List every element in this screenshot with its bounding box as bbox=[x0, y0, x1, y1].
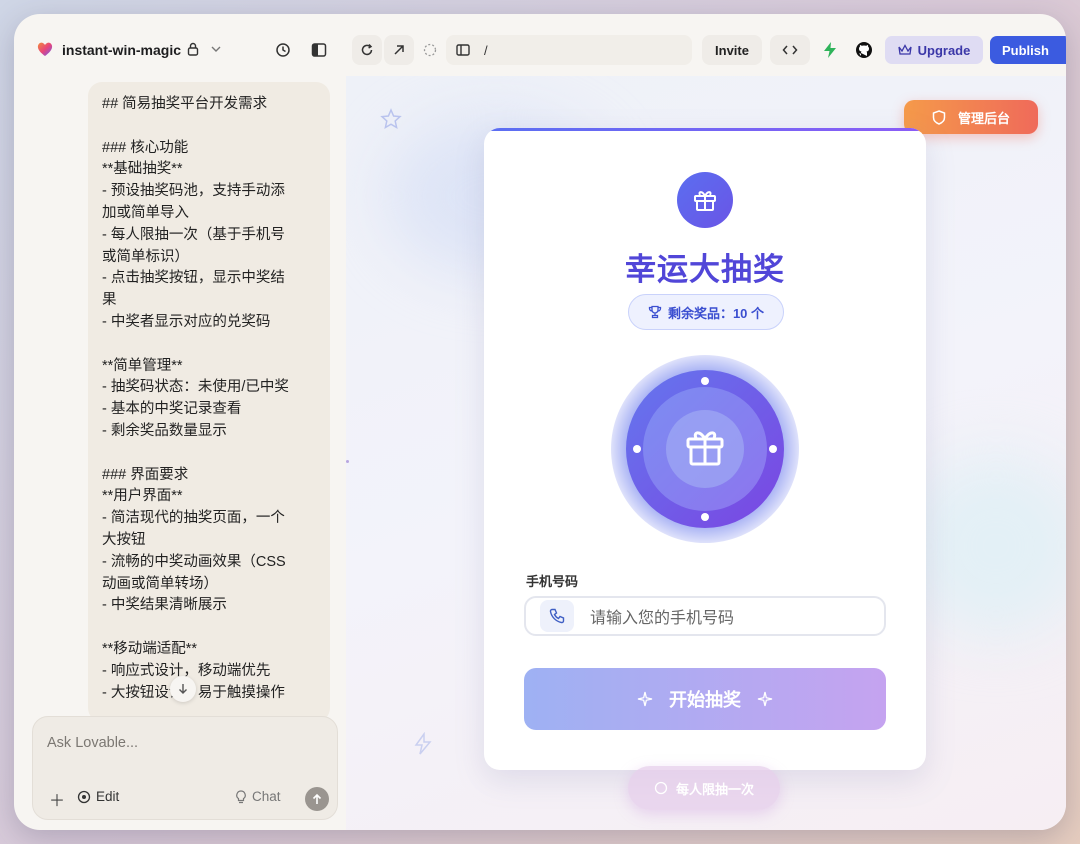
scroll-down-button[interactable] bbox=[170, 676, 196, 702]
card-accent-line bbox=[484, 128, 926, 131]
shield-icon bbox=[932, 109, 946, 125]
edit-label: Edit bbox=[96, 789, 120, 804]
chat-text-line: 加或简单导入 bbox=[102, 204, 189, 221]
chat-text-line: ### 界面要求 bbox=[102, 466, 189, 483]
loading-icon bbox=[422, 42, 438, 58]
sidebar-toggle-icon[interactable] bbox=[310, 41, 328, 59]
chat-text-line: - 流畅的中奖动画效果（CSS bbox=[102, 553, 286, 570]
chat-text-line: **基础抽奖** bbox=[102, 161, 183, 178]
limit-notice-label: 每人限抽一次 bbox=[675, 781, 754, 797]
smile-icon bbox=[654, 781, 668, 795]
edit-button[interactable]: Edit bbox=[77, 789, 119, 804]
chat-text-line bbox=[102, 116, 316, 138]
github-icon[interactable] bbox=[854, 40, 874, 60]
top-bar: instant-win-magic / Invite Upgrade Publi… bbox=[14, 14, 1066, 76]
layout-icon[interactable] bbox=[456, 44, 470, 56]
composer-toolbar: ＋ Edit Chat bbox=[43, 787, 329, 811]
sparkle-icon bbox=[757, 691, 773, 707]
open-new-tab-button[interactable] bbox=[384, 35, 414, 65]
publish-button[interactable]: Publish bbox=[990, 36, 1066, 64]
star-icon bbox=[380, 108, 402, 130]
code-view-button[interactable] bbox=[770, 35, 810, 65]
phone-placeholder: 请输入您的手机号码 bbox=[590, 610, 735, 627]
composer-input[interactable]: Ask Lovable... bbox=[47, 735, 138, 751]
phone-icon bbox=[540, 600, 574, 632]
gift-icon bbox=[694, 191, 716, 211]
arrow-down-icon bbox=[179, 684, 187, 694]
project-name[interactable]: instant-win-magic bbox=[62, 42, 181, 58]
preview-pane: 管理后台 幸运大抽奖 剩余奖品：10 个 手机号码 请输入您的手机号码 开始抽奖… bbox=[346, 76, 1066, 830]
limit-notice-badge: 每人限抽一次 bbox=[628, 766, 780, 810]
chat-text-line: ## 简易抽奖平台开发需求 bbox=[102, 96, 268, 112]
invite-button[interactable]: Invite bbox=[702, 35, 762, 65]
chat-text-line: - 点击抽奖按钮，显示中奖结 bbox=[102, 270, 285, 287]
upgrade-label: Upgrade bbox=[917, 42, 971, 58]
url-bar[interactable]: / bbox=[446, 35, 692, 65]
chat-text-line: 动画或简单转场） bbox=[102, 575, 218, 592]
chat-text-line bbox=[102, 334, 316, 356]
lock-icon[interactable] bbox=[186, 40, 200, 58]
chat-text-line: - 大按钮设计，易于触摸操作 bbox=[102, 684, 285, 701]
gift-badge bbox=[677, 172, 733, 228]
chat-label: Chat bbox=[252, 789, 281, 804]
external-link-icon bbox=[394, 45, 404, 55]
app-window: instant-win-magic / Invite Upgrade Publi… bbox=[14, 14, 1066, 830]
remaining-label: 剩余奖品：10 个 bbox=[667, 305, 765, 321]
trophy-icon bbox=[648, 305, 662, 319]
start-draw-label: 开始抽奖 bbox=[669, 690, 741, 710]
remaining-prizes-badge: 剩余奖品：10 个 bbox=[628, 294, 784, 330]
chat-text-line: - 基本的中奖记录查看 bbox=[102, 401, 242, 418]
heart-logo-icon[interactable] bbox=[36, 40, 54, 58]
sparkle-icon bbox=[637, 691, 653, 707]
refresh-button[interactable] bbox=[352, 35, 382, 65]
chat-text-line: 果 bbox=[102, 292, 117, 309]
phone-input[interactable]: 请输入您的手机号码 bbox=[524, 596, 886, 636]
plus-icon[interactable]: ＋ bbox=[47, 789, 67, 810]
url-path[interactable]: / bbox=[484, 43, 488, 58]
chat-text-line: 或简单标识） bbox=[102, 248, 189, 265]
chat-text-line: - 每人限抽一次（基于手机号 bbox=[102, 226, 285, 243]
page-title: 幸运大抽奖 bbox=[625, 252, 785, 287]
bolt-icon[interactable] bbox=[820, 40, 840, 60]
lightning-deco-icon bbox=[414, 732, 432, 755]
chat-text-line: - 中奖结果清晰展示 bbox=[102, 597, 227, 614]
background-blob bbox=[906, 456, 1066, 636]
crown-icon bbox=[897, 44, 912, 55]
code-icon bbox=[782, 45, 798, 55]
send-button[interactable] bbox=[305, 787, 329, 811]
chat-text-line: - 响应式设计，移动端优先 bbox=[102, 662, 271, 679]
chat-text-line: - 剩余奖品数量显示 bbox=[102, 422, 227, 439]
admin-label: 管理后台 bbox=[957, 110, 1010, 126]
history-icon[interactable] bbox=[274, 41, 292, 59]
send-arrow-icon bbox=[312, 793, 322, 804]
lottery-card: 幸运大抽奖 剩余奖品：10 个 手机号码 请输入您的手机号码 开始抽奖 bbox=[484, 128, 926, 770]
upgrade-button[interactable]: Upgrade bbox=[885, 36, 983, 64]
chat-text-line: - 简洁现代的抽奖页面，一个 bbox=[102, 510, 285, 527]
chat-text-line: ### 核心功能 bbox=[102, 139, 189, 156]
chat-composer[interactable]: Ask Lovable... ＋ Edit Chat bbox=[32, 716, 338, 820]
chat-text-line bbox=[102, 443, 316, 465]
phone-label: 手机号码 bbox=[526, 574, 579, 589]
lightbulb-icon bbox=[236, 789, 246, 803]
chat-text-line: - 中奖者显示对应的兑奖码 bbox=[102, 313, 271, 330]
lottery-wheel[interactable] bbox=[610, 354, 800, 544]
chat-text-line: 大按钮 bbox=[102, 531, 146, 548]
chat-text-line: **用户界面** bbox=[102, 488, 183, 505]
chevron-down-icon[interactable] bbox=[210, 42, 222, 56]
chat-text-line: - 抽奖码状态：未使用/已中奖 bbox=[102, 379, 289, 396]
refresh-icon bbox=[361, 43, 373, 56]
decor-dot bbox=[346, 460, 349, 463]
chat-mode-button[interactable]: Chat bbox=[235, 789, 281, 804]
chat-message: ## 简易抽奖平台开发需求 ### 核心功能 **基础抽奖** - 预设抽奖码池，支持… bbox=[88, 82, 330, 722]
chat-text-line bbox=[102, 617, 316, 639]
start-draw-button[interactable]: 开始抽奖 bbox=[524, 668, 886, 730]
chat-text-line: **移动端适配** bbox=[102, 640, 198, 657]
target-icon bbox=[77, 790, 91, 803]
chat-text-line: **简单管理** bbox=[102, 357, 183, 374]
chat-text-line: - 预设抽奖码池，支持手动添 bbox=[102, 183, 285, 200]
